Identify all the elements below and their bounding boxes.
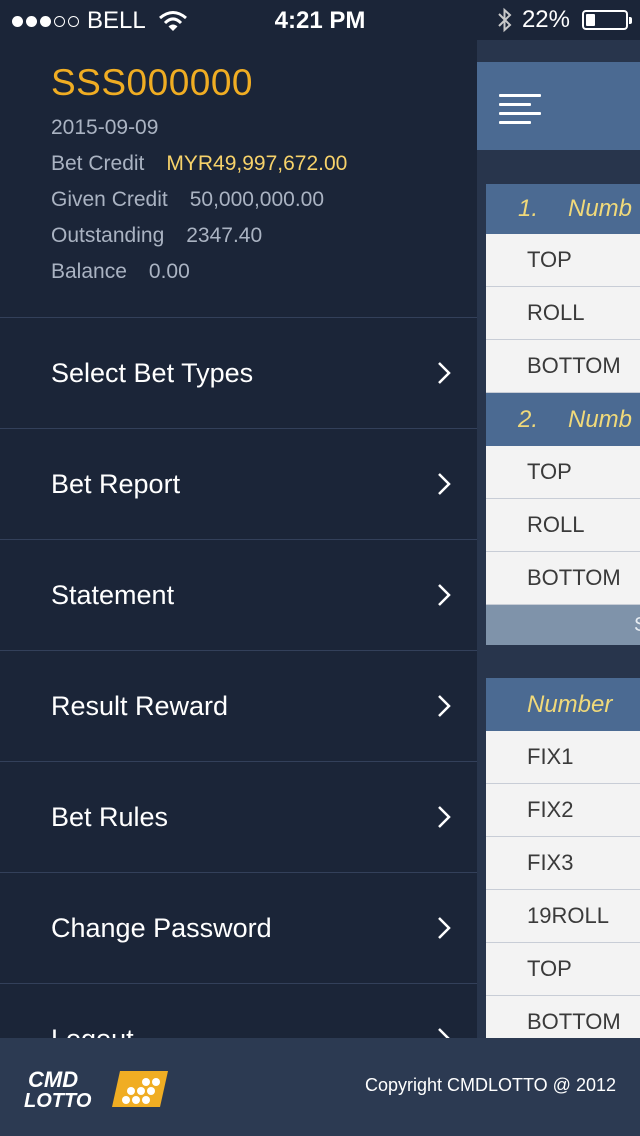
- table-row[interactable]: BOTTOM: [486, 996, 640, 1038]
- section-header: 2. Numb: [486, 393, 640, 446]
- table-footer-label: S: [486, 605, 640, 637]
- given-credit-row: Given Credit 50,000,000.00: [51, 182, 477, 218]
- chevron-right-icon: [438, 695, 451, 717]
- main-content-panel: 1. Numb TOP ROLL BOTTOM 2. Numb TOP ROLL…: [477, 40, 640, 1038]
- given-credit-value: 50,000,000.00: [189, 188, 325, 211]
- chevron-right-icon: [438, 1028, 450, 1038]
- table-row[interactable]: FIX1: [486, 731, 640, 784]
- chevron-right-icon: [438, 584, 451, 606]
- svg-text:CMD: CMD: [28, 1067, 78, 1092]
- table-row[interactable]: 19ROLL: [486, 890, 640, 943]
- section-index: 1.: [518, 195, 539, 222]
- section-title: Numb: [568, 195, 633, 222]
- table-row[interactable]: TOP: [486, 446, 640, 499]
- hamburger-menu-icon[interactable]: [499, 94, 541, 124]
- table-row[interactable]: TOP: [486, 234, 640, 287]
- status-right: 22%: [496, 6, 632, 34]
- chevron-right-icon: [438, 473, 451, 495]
- menu-item-change-password[interactable]: Change Password: [0, 873, 477, 984]
- balance-label: Balance: [51, 260, 127, 283]
- account-summary: SSS000000 2015-09-09 Bet Credit MYR49,997…: [0, 40, 477, 318]
- footer: CMD LOTTO Copyright CMDLOTTO @ 2012: [0, 1038, 640, 1136]
- table-header: Number: [486, 678, 640, 731]
- menu-item-logout[interactable]: Logout: [0, 984, 477, 1038]
- svg-text:LOTTO: LOTTO: [24, 1090, 92, 1111]
- balance-row: Balance 0.00: [51, 254, 477, 290]
- copyright-text: Copyright CMDLOTTO @ 2012: [364, 1075, 616, 1095]
- menu-item-label: Select Bet Types: [51, 357, 254, 388]
- account-date: 2015-09-09: [51, 116, 159, 139]
- section-header: 1. Numb: [486, 184, 640, 234]
- menu-item-result-reward[interactable]: Result Reward: [0, 651, 477, 762]
- bet-credit-label: Bet Credit: [51, 152, 145, 175]
- table-row[interactable]: FIX3: [486, 837, 640, 890]
- bet-number-table: 1. Numb TOP ROLL BOTTOM 2. Numb TOP ROLL…: [486, 184, 640, 645]
- table-row[interactable]: BOTTOM: [486, 340, 640, 393]
- status-bar: BELL 4:21 PM 22%: [0, 0, 640, 40]
- menu-item-label: Bet Rules: [51, 801, 169, 832]
- table-header-label: Number: [527, 690, 613, 718]
- outstanding-row: Outstanding 2347.40: [51, 218, 477, 254]
- table-row[interactable]: TOP: [486, 943, 640, 996]
- bet-credit-value: MYR49,997,672.00: [166, 152, 348, 175]
- given-credit-label: Given Credit: [51, 188, 168, 211]
- side-menu: SSS000000 2015-09-09 Bet Credit MYR49,997…: [0, 40, 477, 1038]
- menu-item-label: Result Reward: [51, 690, 229, 721]
- menu-item-statement[interactable]: Statement: [0, 540, 477, 651]
- menu-item-label: Bet Report: [51, 468, 181, 499]
- section-title: Numb: [568, 405, 633, 433]
- menu-item-select-bet-types[interactable]: Select Bet Types: [0, 318, 477, 429]
- menu-item-bet-report[interactable]: Bet Report: [0, 429, 477, 540]
- table-footer-button[interactable]: S: [486, 605, 640, 645]
- top-bar: [477, 62, 640, 150]
- chevron-right-icon: [438, 917, 451, 939]
- table-row[interactable]: BOTTOM: [486, 552, 640, 605]
- balance-value: 0.00: [148, 260, 190, 283]
- table-row[interactable]: ROLL: [486, 499, 640, 552]
- outstanding-label: Outstanding: [51, 224, 165, 247]
- chevron-right-icon: [438, 362, 451, 384]
- cmd-lotto-logo: CMD LOTTO: [24, 1067, 168, 1111]
- table-row[interactable]: ROLL: [486, 287, 640, 340]
- menu-item-label: Statement: [51, 579, 175, 610]
- bluetooth-icon: [498, 7, 512, 33]
- menu-item-label: Logout: [51, 1024, 134, 1039]
- battery-icon: [582, 10, 632, 30]
- table-row[interactable]: FIX2: [486, 784, 640, 837]
- menu-item-label: Change Password: [51, 912, 272, 943]
- bet-credit-row: Bet Credit MYR49,997,672.00: [51, 146, 477, 182]
- battery-percentage: 22%: [521, 6, 570, 33]
- chevron-right-icon: [438, 806, 451, 828]
- bet-type-table: Number FIX1 FIX2 FIX3 19ROLL TOP BOTTOM: [486, 678, 640, 1038]
- account-id: SSS000000: [51, 62, 254, 103]
- section-index: 2.: [518, 405, 539, 433]
- outstanding-value: 2347.40: [186, 224, 263, 247]
- menu-item-bet-rules[interactable]: Bet Rules: [0, 762, 477, 873]
